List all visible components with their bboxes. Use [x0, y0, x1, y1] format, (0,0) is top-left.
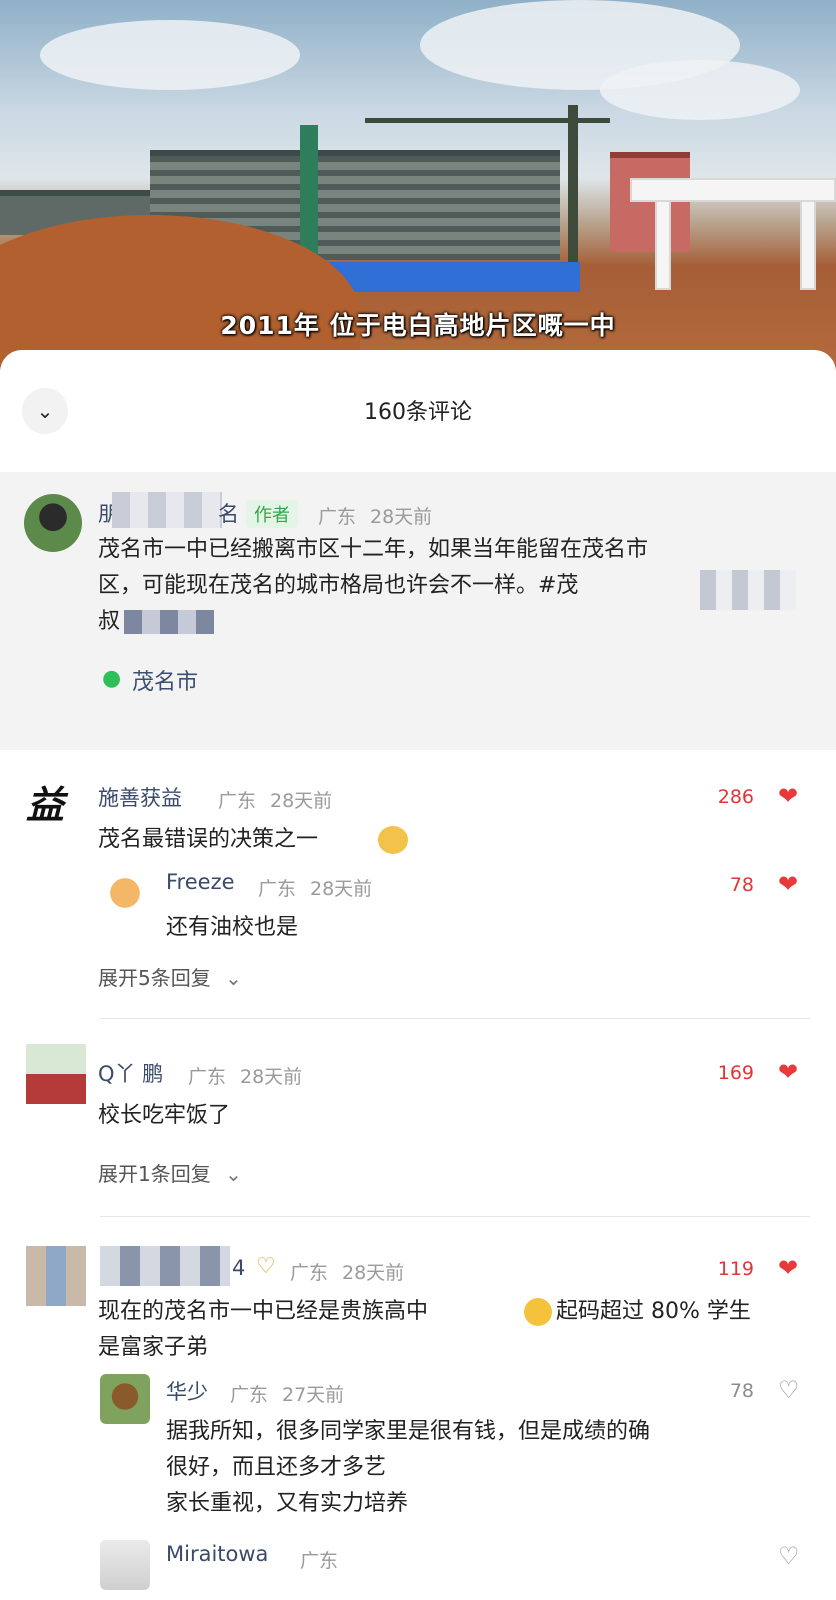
expand-replies-button[interactable]: 展开1条回复 ⌄	[98, 1158, 242, 1187]
heart-icon[interactable]: ❤	[778, 1060, 798, 1084]
video-caption: 2011年 位于电白高地片区嘅一中	[220, 311, 616, 340]
reply-user[interactable]: 华少	[166, 1376, 208, 1406]
comment-text: 茂名最错误的决策之一	[98, 827, 319, 852]
fan-badge-icon: ♡	[256, 1254, 276, 1279]
avatar[interactable]	[26, 1246, 86, 1306]
blurred-name	[112, 492, 222, 528]
expand-replies-button[interactable]: 展开5条回复 ⌄	[98, 962, 242, 991]
author-name-end[interactable]: 名	[218, 498, 239, 528]
comment-text-line: 区，可能现在茂名的城市格局也许会不一样。#茂	[98, 573, 579, 598]
reply-text-line: 很好，而且还多才多艺	[166, 1455, 387, 1480]
like-count: 286	[717, 786, 754, 808]
comment-region: 广东	[188, 1066, 227, 1088]
reply-text-line: 据我所知，很多同学家里是很有钱，但是成绩的确	[166, 1419, 651, 1444]
avatar[interactable]	[26, 1044, 86, 1104]
crying-emoji-icon	[524, 1298, 552, 1326]
comment-region: 广东	[290, 1262, 329, 1284]
comment-region: 广东	[318, 506, 357, 528]
comment-region: 广东	[218, 790, 257, 812]
reply-region: 广东	[258, 878, 297, 900]
cloud	[600, 60, 800, 120]
reply-region: 广东	[230, 1384, 269, 1406]
avatar[interactable]: 益	[26, 774, 64, 829]
comment-user[interactable]: Q丫 鹏	[98, 1058, 163, 1088]
avatar[interactable]	[102, 870, 148, 916]
comment-text-line: 起码超过 80% 学生	[556, 1299, 751, 1324]
author-badge: 作者	[246, 500, 298, 528]
blurred-name	[100, 1246, 230, 1286]
reply-user[interactable]: Freeze	[166, 870, 235, 894]
divider	[100, 1018, 810, 1019]
comment-text-line: 茂名市一中已经搬离市区十二年，如果当年能留在茂名市	[98, 537, 649, 562]
chevron-down-icon: ⌄	[225, 966, 242, 990]
comment-text-line: 现在的茂名市一中已经是贵族高中	[98, 1299, 429, 1324]
avatar[interactable]	[100, 1374, 150, 1424]
doge-emoji-icon	[378, 826, 408, 854]
reply-user[interactable]: Miraitowa	[166, 1542, 268, 1566]
reply-region: 广东	[300, 1550, 339, 1572]
like-count: 169	[717, 1062, 754, 1084]
gate-pillar	[800, 200, 816, 290]
school-gate	[630, 178, 836, 202]
author-comment[interactable]: 朋 名 作者 广东 28天前 茂名市一中已经搬离市区十二年，如果当年能留在茂名市…	[0, 472, 836, 750]
heart-outline-icon[interactable]: ♡	[778, 1544, 800, 1568]
comment-time: 28天前	[342, 1262, 405, 1284]
like-count: 78	[729, 1380, 754, 1402]
comment-count-title: 160条评论	[364, 400, 472, 425]
comment-user[interactable]: 施善获益	[98, 782, 182, 812]
divider	[100, 1216, 810, 1217]
reply-time: 27天前	[282, 1384, 345, 1406]
blurred-hashtag	[124, 610, 214, 634]
location-pin-icon: ●	[102, 666, 122, 691]
cloud	[40, 20, 300, 90]
avatar[interactable]	[24, 494, 82, 552]
gate-pillar	[655, 200, 671, 290]
comment-time: 28天前	[370, 506, 433, 528]
reply-text-line: 家长重视，又有实力培养	[166, 1491, 409, 1516]
crane-tower	[568, 105, 578, 265]
crane-tower	[300, 125, 318, 255]
video-frame[interactable]: 2011年 位于电白高地片区嘅一中	[0, 0, 836, 370]
comment-text-line: 是富家子弟	[98, 1335, 209, 1360]
like-count: 119	[717, 1258, 754, 1280]
reply-time: 28天前	[310, 878, 373, 900]
heart-icon[interactable]: ❤	[778, 872, 798, 896]
comment-user[interactable]: 4	[232, 1256, 245, 1280]
expand-replies-label: 展开5条回复	[98, 966, 211, 990]
blurred-hashtag	[700, 570, 796, 610]
comment-text-line: 叔	[98, 609, 121, 634]
building	[610, 152, 690, 252]
reply-text: 还有油校也是	[166, 915, 299, 940]
location-tag[interactable]: 茂名市	[132, 664, 198, 696]
heart-outline-icon[interactable]: ♡	[778, 1378, 800, 1402]
expand-replies-label: 展开1条回复	[98, 1162, 211, 1186]
comment-time: 28天前	[240, 1066, 303, 1088]
like-count: 78	[729, 874, 754, 896]
comment-sheet: ⌄ 160条评论 朋 名 作者 广东 28天前 茂名市一中已经搬离市区十二年，如…	[0, 350, 836, 1600]
heart-icon[interactable]: ❤	[778, 784, 798, 808]
heart-icon[interactable]: ❤	[778, 1256, 798, 1280]
comment-text: 校长吃牢饭了	[98, 1103, 231, 1128]
avatar[interactable]	[100, 1540, 150, 1590]
chevron-down-icon: ⌄	[225, 1162, 242, 1186]
comment-time: 28天前	[270, 790, 333, 812]
